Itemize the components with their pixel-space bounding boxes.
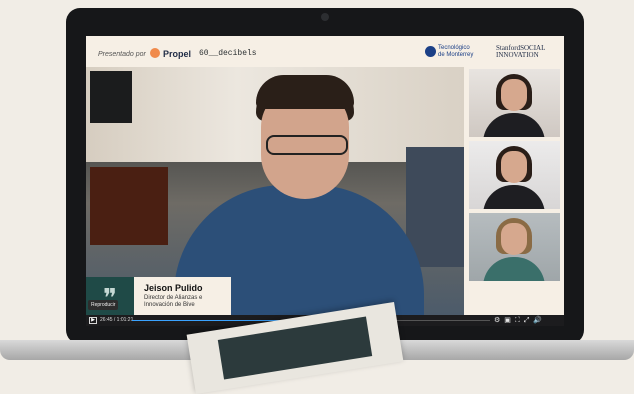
background-cabinet (90, 167, 168, 245)
participant-thumbnail-1[interactable] (469, 69, 560, 137)
presented-by-label: Presentado por (98, 51, 146, 58)
decibels-logo: 60__decibels (199, 49, 257, 58)
video-player-screen: Presentado por Propel 60__decibels Tecno… (86, 36, 564, 326)
participant-3-face (501, 223, 527, 255)
tec-monterrey-logo: Tecnológico de Monterrey (425, 45, 474, 59)
picture-in-picture-icon[interactable]: ▣ (504, 317, 515, 324)
participant-2-face (501, 151, 527, 183)
play-button[interactable]: ▶ (89, 317, 97, 324)
propel-label: Propel (163, 49, 192, 59)
control-icons: ⚙▣⛶⤢🔊 (494, 316, 546, 325)
speaker-role: Director de Alianzas e Innovación de Biv… (144, 295, 203, 308)
participant-1-face (501, 79, 527, 111)
settings-icon[interactable]: ⚙ (494, 317, 504, 324)
participant-thumbnail-3[interactable] (469, 213, 560, 281)
sponsor-bar: Presentado por Propel 60__decibels Tecno… (86, 36, 564, 66)
volume-icon[interactable]: 🔊 (533, 317, 546, 324)
paper-photo (217, 316, 373, 380)
progress-fill (132, 320, 289, 321)
main-speaker-video[interactable]: ❞ Jeison Pulido Director de Alianzas e I… (86, 67, 464, 315)
webcam-icon (321, 13, 329, 21)
speaker-name: Jeison Pulido (144, 283, 203, 293)
tec-logo-line1: Tecnológico (438, 45, 470, 51)
speaker-glasses (266, 135, 348, 155)
ssir-logo-line2: INNOVATION (496, 51, 539, 59)
fullscreen-icon[interactable]: ⛶ (515, 317, 524, 324)
time-display: 26:45 / 1:01:21 (100, 317, 134, 323)
participant-3-torso (483, 257, 545, 281)
participant-2-torso (483, 185, 545, 209)
background-tv (90, 71, 132, 123)
ssir-logo: StanfordSOCIAL INNOVATION (496, 45, 545, 59)
participant-1-torso (483, 113, 545, 137)
tec-shield-icon (425, 46, 436, 57)
participant-thumbnail-2[interactable] (469, 141, 560, 209)
background-sofa (406, 147, 464, 267)
expand-icon[interactable]: ⤢ (524, 317, 534, 324)
play-tooltip: Reproducir (88, 300, 119, 310)
speaker-hair-top (256, 75, 354, 109)
laptop-frame: Presentado por Propel 60__decibels Tecno… (66, 8, 584, 344)
propel-logo: Propel (150, 48, 191, 59)
tec-logo-line2: de Monterrey (438, 52, 474, 58)
propel-icon (150, 48, 160, 58)
